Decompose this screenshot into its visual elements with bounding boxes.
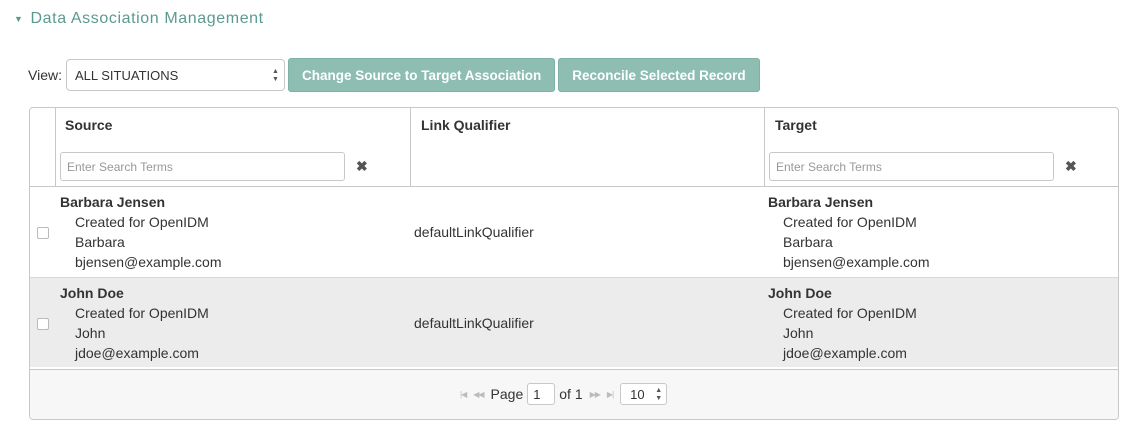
row-checkbox[interactable] — [37, 318, 49, 330]
source-column-title: Source — [65, 117, 113, 133]
source-column-header: Source Enter Search Terms ✖ — [55, 108, 410, 186]
pagination-bar: |◀ ◀◀ Page 1 of 1 ▶▶ ▶| 10 ▲ ▼ — [30, 369, 1118, 419]
link-qualifier-cell: defaultLinkQualifier — [414, 224, 534, 240]
page-size-value: 10 — [630, 386, 645, 402]
target-name: Barbara Jensen — [768, 194, 874, 210]
toolbar: View: ALL SITUATIONS ▲ ▼ Change Source to… — [28, 58, 760, 92]
target-email: jdoe@example.com — [783, 345, 907, 361]
page-count-label: of 1 — [559, 386, 583, 402]
change-association-button[interactable]: Change Source to Target Association — [287, 58, 556, 92]
link-qualifier-column-title: Link Qualifier — [421, 117, 511, 133]
source-description: Created for OpenIDM — [75, 214, 209, 230]
target-cell: Barbara Jensen Created for OpenIDM Barba… — [768, 192, 930, 272]
source-name: John Doe — [60, 285, 124, 301]
view-select[interactable]: ALL SITUATIONS ▲ ▼ — [65, 59, 285, 91]
section-title: Data Association Management — [30, 10, 264, 27]
page-number-input[interactable]: 1 — [527, 383, 556, 405]
source-cell: John Doe Created for OpenIDM John jdoe@e… — [60, 283, 209, 363]
select-arrows-icon: ▲ ▼ — [655, 387, 663, 402]
target-description: Created for OpenIDM — [783, 214, 917, 230]
source-email: jdoe@example.com — [75, 345, 199, 361]
target-email: bjensen@example.com — [783, 254, 930, 270]
caret-down-icon[interactable]: ▼ — [14, 14, 24, 24]
target-cell: John Doe Created for OpenIDM John jdoe@e… — [768, 283, 917, 363]
grid-header: Source Enter Search Terms ✖ Link Qualifi… — [30, 108, 1118, 187]
source-clear-search-icon[interactable]: ✖ — [356, 158, 368, 175]
first-page-icon[interactable]: |◀ — [460, 390, 467, 399]
source-description: Created for OpenIDM — [75, 305, 209, 321]
last-page-icon[interactable]: ▶| — [607, 390, 614, 399]
table-row[interactable]: Barbara Jensen Created for OpenIDM Barba… — [30, 186, 1118, 276]
table-row[interactable]: John Doe Created for OpenIDM John jdoe@e… — [30, 277, 1118, 367]
reconcile-record-button[interactable]: Reconcile Selected Record — [558, 58, 760, 92]
source-given-name: John — [75, 325, 106, 341]
view-select-value: ALL SITUATIONS — [74, 67, 179, 83]
target-description: Created for OpenIDM — [783, 305, 917, 321]
link-qualifier-cell: defaultLinkQualifier — [414, 315, 534, 331]
target-given-name: John — [783, 325, 814, 341]
row-checkbox[interactable] — [37, 227, 49, 239]
target-column-title: Target — [775, 117, 817, 133]
source-email: bjensen@example.com — [75, 254, 222, 270]
previous-page-icon[interactable]: ◀◀ — [473, 390, 484, 399]
page-label: Page — [490, 386, 524, 402]
pagination-controls: |◀ ◀◀ Page 1 of 1 ▶▶ ▶| 10 ▲ ▼ — [460, 383, 668, 405]
link-qualifier-column-header: Link Qualifier — [410, 108, 764, 186]
source-name: Barbara Jensen — [60, 194, 166, 210]
target-search-input[interactable]: Enter Search Terms — [769, 152, 1054, 181]
select-arrows-icon: ▲ ▼ — [272, 68, 279, 83]
target-clear-search-icon[interactable]: ✖ — [1065, 158, 1077, 175]
association-grid: Source Enter Search Terms ✖ Link Qualifi… — [29, 107, 1119, 420]
source-search-input[interactable]: Enter Search Terms — [60, 152, 345, 181]
source-cell: Barbara Jensen Created for OpenIDM Barba… — [60, 192, 222, 272]
target-given-name: Barbara — [783, 234, 833, 250]
target-name: John Doe — [768, 285, 832, 301]
page-size-select[interactable]: 10 ▲ ▼ — [620, 383, 668, 405]
target-column-header: Target Enter Search Terms ✖ — [764, 108, 1118, 186]
view-label: View: — [28, 67, 62, 83]
next-page-icon[interactable]: ▶▶ — [590, 390, 601, 399]
section-header[interactable]: ▼ Data Association Management — [14, 8, 264, 30]
source-given-name: Barbara — [75, 234, 125, 250]
